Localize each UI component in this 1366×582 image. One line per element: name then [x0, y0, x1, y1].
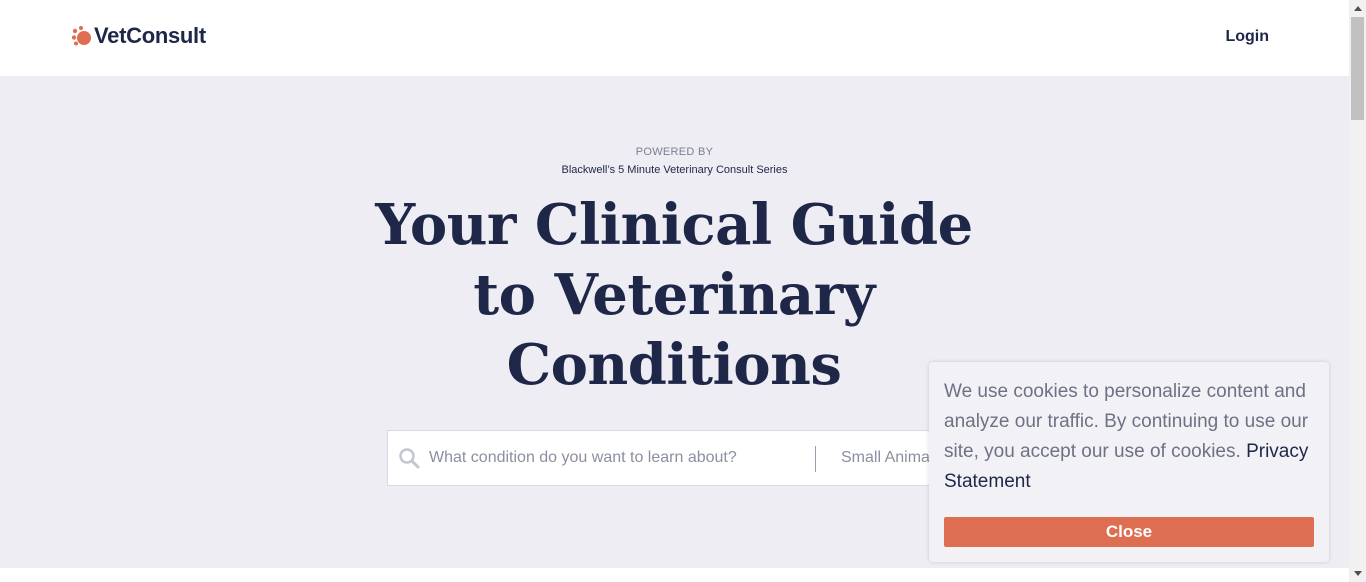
cookie-close-button[interactable]: Close: [944, 517, 1314, 547]
scroll-up-arrow-icon[interactable]: [1349, 0, 1366, 17]
powered-by-label: POWERED BY: [635, 146, 714, 158]
page-scrollbar[interactable]: [1349, 0, 1366, 582]
login-link[interactable]: Login: [1225, 28, 1269, 46]
species-select[interactable]: Small Animal: [841, 431, 933, 485]
cookie-message: We use cookies to personalize content an…: [944, 377, 1314, 497]
page-viewport: VetConsult Login POWERED BY Blackwell’s …: [0, 0, 1349, 582]
search-bar: Small Animal: [387, 430, 947, 486]
title-line-1: Your Clinical Guide: [375, 192, 973, 258]
scroll-down-arrow-icon[interactable]: [1349, 565, 1366, 582]
title-line-2: to Veterinary: [473, 262, 875, 328]
site-header: VetConsult Login: [0, 0, 1349, 76]
logo-link[interactable]: VetConsult: [71, 22, 206, 50]
page-title: Your Clinical Guide to Veterinary Condit…: [374, 190, 974, 400]
title-line-3: Conditions: [506, 332, 842, 398]
series-name: Blackwell’s 5 Minute Veterinary Consult …: [561, 164, 788, 176]
search-divider: [815, 446, 816, 472]
search-input[interactable]: [429, 431, 809, 485]
paw-icon: [71, 25, 93, 47]
cookie-banner: We use cookies to personalize content an…: [929, 362, 1329, 562]
search-icon: [398, 447, 420, 469]
scroll-thumb[interactable]: [1351, 17, 1364, 120]
logo-text: VetConsult: [94, 23, 206, 48]
